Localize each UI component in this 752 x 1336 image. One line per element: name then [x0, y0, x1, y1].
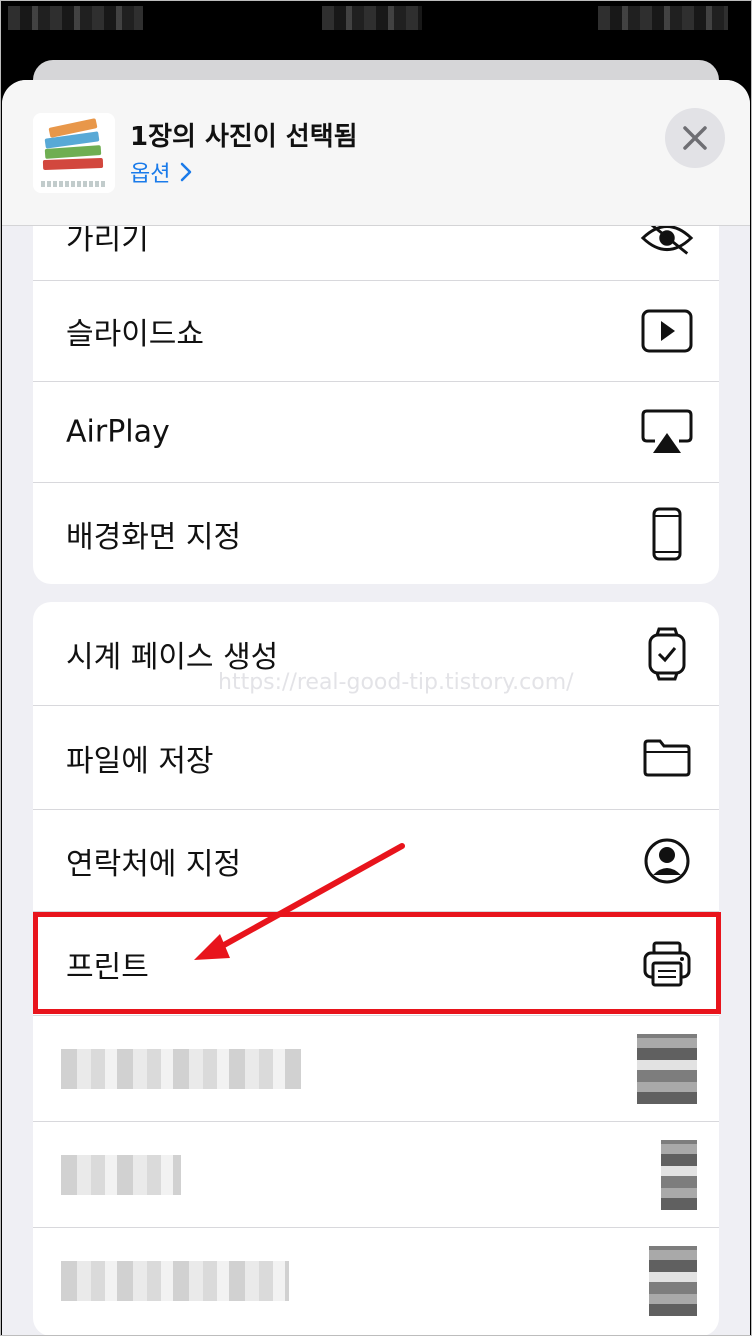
share-sheet-header: 1장의 사진이 선택됨 옵션	[2, 80, 750, 226]
action-assign-to-contact[interactable]: 연락처에 지정	[33, 810, 719, 912]
print-highlight-box	[33, 912, 721, 1014]
action-group-1: 가리기 슬라이드쇼 AirPlay 배경화면 지정	[33, 180, 719, 584]
thumbnail-caption	[41, 181, 107, 187]
action-create-watch-face-label: 시계 페이스 생성	[66, 639, 279, 675]
action-assign-to-contact-label: 연락처에 지정	[66, 846, 242, 882]
action-airplay-label: AirPlay	[66, 414, 170, 450]
watermark: https://real-good-tip.tistory.com/	[218, 670, 574, 695]
share-title: 1장의 사진이 선택됨	[130, 122, 358, 152]
phone-icon	[639, 506, 695, 562]
options-label: 옵션	[130, 162, 171, 187]
status-bar	[0, 0, 752, 60]
options-link[interactable]: 옵션	[130, 156, 192, 188]
book-shape	[42, 157, 104, 171]
redacted-icon	[661, 1139, 697, 1210]
contact-icon	[639, 833, 695, 889]
airplay-icon	[639, 404, 695, 460]
photo-thumbnail	[33, 113, 115, 193]
play-icon	[639, 303, 695, 359]
action-redacted-3[interactable]	[33, 1228, 719, 1334]
redacted-label	[61, 1048, 301, 1089]
folder-icon	[639, 730, 695, 786]
action-redacted-1[interactable]	[33, 1016, 719, 1122]
redacted-icon	[637, 1033, 697, 1104]
action-set-wallpaper[interactable]: 배경화면 지정	[33, 483, 719, 584]
chevron-right-icon	[181, 162, 192, 182]
close-button[interactable]	[665, 108, 725, 168]
close-icon	[683, 126, 707, 150]
action-save-to-files[interactable]: 파일에 저장	[33, 706, 719, 810]
action-redacted-2[interactable]	[33, 1122, 719, 1228]
action-slideshow[interactable]: 슬라이드쇼	[33, 281, 719, 382]
share-sheet: 1장의 사진이 선택됨 옵션 가리기 슬라이드쇼 AirPlay 배경화면 지정…	[2, 80, 750, 1336]
status-icons-redacted	[598, 6, 728, 30]
redacted-icon	[649, 1246, 697, 1316]
watch-icon	[639, 626, 695, 682]
status-time-redacted	[8, 6, 143, 30]
action-slideshow-label: 슬라이드쇼	[66, 317, 204, 352]
status-notch-redacted	[322, 6, 422, 30]
action-airplay[interactable]: AirPlay	[33, 382, 719, 483]
redacted-label	[61, 1154, 181, 1195]
action-set-wallpaper-label: 배경화면 지정	[66, 519, 242, 555]
action-save-to-files-label: 파일에 저장	[66, 743, 214, 779]
redacted-label	[61, 1261, 289, 1301]
